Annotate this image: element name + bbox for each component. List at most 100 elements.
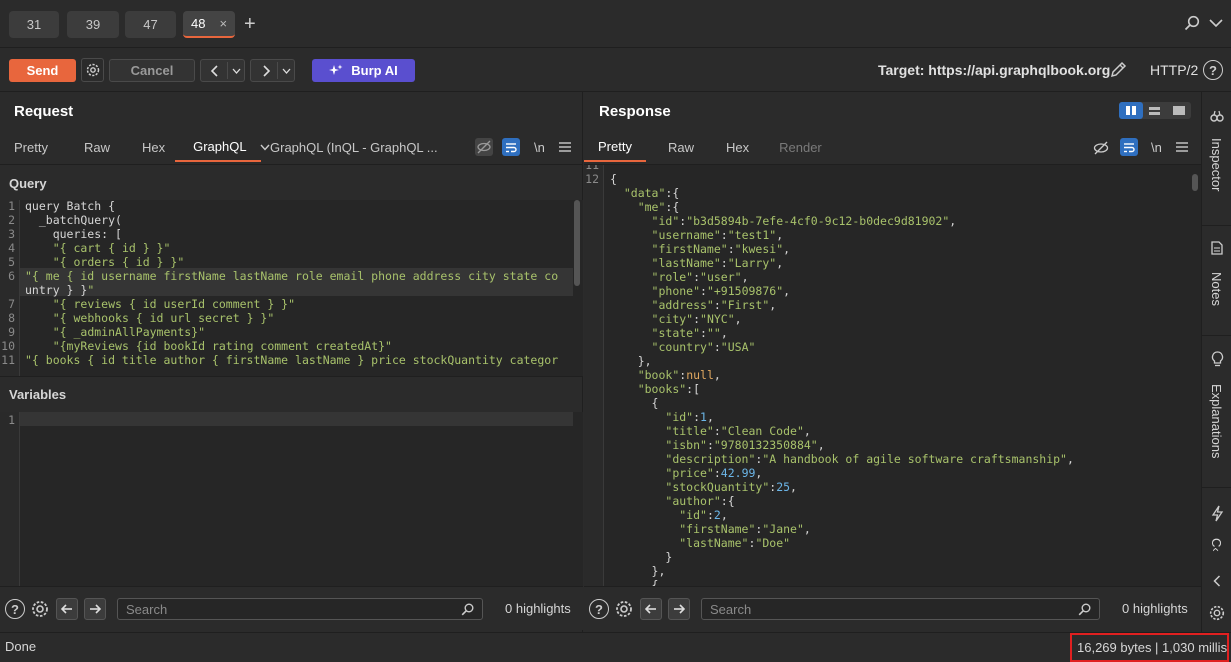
chevron-down-icon xyxy=(260,144,270,151)
layout-tabbed-icon[interactable] xyxy=(1167,102,1191,119)
previous-match-button[interactable] xyxy=(56,598,78,620)
code-line: _batchQuery( xyxy=(25,213,122,227)
settings-gear-icon[interactable] xyxy=(30,599,50,619)
notes-icon[interactable] xyxy=(1210,240,1224,256)
tab-raw[interactable]: Raw xyxy=(62,132,132,162)
history-back-button[interactable] xyxy=(200,59,245,82)
collapse-sidebar-chevron-icon[interactable] xyxy=(1211,574,1223,588)
settings-gear-icon[interactable] xyxy=(614,599,634,619)
json-line: "lastName":"Doe" xyxy=(679,536,791,550)
right-sidebar: Inspector Notes Explanations C‹ xyxy=(1201,92,1231,632)
inspector-tab[interactable]: Inspector xyxy=(1209,138,1224,191)
json-line: "price":42.99, xyxy=(665,466,763,480)
response-search-input[interactable]: Search xyxy=(701,598,1100,620)
sidebar-settings-gear-icon[interactable] xyxy=(1208,604,1226,622)
next-match-button[interactable] xyxy=(668,598,690,620)
tab-pretty[interactable]: Pretty xyxy=(584,132,646,162)
arrow-right-icon xyxy=(90,604,101,614)
hide-eye-icon[interactable] xyxy=(475,138,493,156)
search-icon[interactable] xyxy=(1184,15,1200,31)
response-view-tabs: Pretty Raw Hex Render xyxy=(584,132,842,162)
code-line: "{ cart { id } }" xyxy=(52,241,171,255)
repeater-tab-48[interactable]: 48 × xyxy=(183,11,235,38)
tab-hex[interactable]: Hex xyxy=(132,132,175,162)
wrap-lines-icon[interactable] xyxy=(502,138,520,156)
request-search-input[interactable]: Search xyxy=(117,598,483,620)
variables-editor[interactable]: 1 xyxy=(0,412,583,586)
lightbulb-icon[interactable] xyxy=(1210,350,1224,368)
inql-dropdown[interactable]: GraphQL (InQL - GraphQL ... xyxy=(260,140,438,155)
chevron-right-icon xyxy=(263,65,271,77)
wrap-lines-icon[interactable] xyxy=(1120,138,1138,156)
explanations-tab[interactable]: Explanations xyxy=(1209,384,1224,458)
repeater-tab-31[interactable]: 31 xyxy=(9,11,59,38)
send-button[interactable]: Send xyxy=(9,59,76,82)
repeater-tab-39[interactable]: 39 xyxy=(67,11,119,38)
http-version-selector[interactable]: HTTP/2 xyxy=(1150,62,1198,78)
repeater-tab-47[interactable]: 47 xyxy=(125,11,176,38)
json-line: "author":{ xyxy=(665,494,735,508)
close-tab-icon[interactable]: × xyxy=(219,16,227,31)
line-number: 9 xyxy=(8,325,15,339)
send-settings-gear-icon[interactable] xyxy=(81,58,104,82)
line-number: 11 xyxy=(585,165,599,172)
hamburger-menu-icon[interactable] xyxy=(559,142,571,152)
edit-target-pencil-icon[interactable] xyxy=(1108,60,1128,80)
json-line: "stockQuantity":25, xyxy=(665,480,797,494)
tab-render[interactable]: Render xyxy=(759,132,842,162)
code-line: "{ books { id title author { firstName l… xyxy=(25,353,559,367)
line-number: 11 xyxy=(1,353,15,367)
line-number-gutter: 11 12 xyxy=(584,165,604,586)
json-line: }, xyxy=(610,564,666,578)
help-icon[interactable]: ? xyxy=(5,599,25,619)
chevron-down-icon[interactable] xyxy=(1208,16,1224,30)
tab-pretty[interactable]: Pretty xyxy=(0,132,62,162)
line-number: 8 xyxy=(8,311,15,325)
hide-eye-icon[interactable] xyxy=(1092,140,1110,156)
request-toolbar: Send Cancel Burp AI Target: https://api.… xyxy=(0,48,1231,92)
layout-stacked-icon[interactable] xyxy=(1143,102,1167,119)
hamburger-menu-icon[interactable] xyxy=(1176,142,1188,152)
tab-raw[interactable]: Raw xyxy=(646,132,716,162)
layout-side-by-side-icon[interactable] xyxy=(1119,102,1143,119)
tab-hex[interactable]: Hex xyxy=(716,132,759,162)
query-editor[interactable]: 1 2 3 4 5 6 7 8 9 10 11 query Batch { _batchQuery(… xyxy=(0,200,583,376)
cancel-button[interactable]: Cancel xyxy=(109,59,195,82)
json-line: "phone":"+91509876", xyxy=(651,284,791,298)
code-line: "{ me { id username firstName lastName r… xyxy=(25,269,559,283)
json-line: "me":{ xyxy=(637,200,680,214)
inspector-icon[interactable] xyxy=(1209,108,1225,124)
add-tab-button[interactable]: + xyxy=(244,13,256,36)
repeater-tab-bar: 31 39 47 48 × + xyxy=(0,0,1231,48)
response-scrollbar[interactable] xyxy=(1192,174,1198,191)
show-newlines-toggle[interactable]: \n xyxy=(1151,140,1162,155)
previous-match-button[interactable] xyxy=(640,598,662,620)
json-line: } xyxy=(610,550,673,564)
code-line: queries: [ xyxy=(25,227,122,241)
response-viewer[interactable]: 11 12 { "data":{ "me":{ "id":"b3d5894b-7e… xyxy=(584,165,1201,586)
json-line: "state":"", xyxy=(651,326,728,340)
query-scrollbar[interactable] xyxy=(574,200,580,286)
response-footer: ? Search 0 highlights xyxy=(584,586,1201,630)
request-footer: ? Search 0 highlights xyxy=(0,586,583,630)
history-forward-button[interactable] xyxy=(250,59,295,82)
show-newlines-toggle[interactable]: \n xyxy=(534,140,545,155)
json-line: { xyxy=(610,172,617,186)
burp-ai-button[interactable]: Burp AI xyxy=(312,59,415,82)
help-icon[interactable]: ? xyxy=(589,599,609,619)
json-line: "book":null, xyxy=(637,368,721,382)
tab-graphql[interactable]: GraphQL xyxy=(175,132,261,162)
chevron-left-icon xyxy=(210,65,218,77)
next-match-button[interactable] xyxy=(84,598,106,620)
lightning-icon[interactable] xyxy=(1210,504,1224,522)
custom-actions-tab[interactable]: C‹ xyxy=(1209,538,1224,552)
search-placeholder: Search xyxy=(126,601,168,617)
notes-tab[interactable]: Notes xyxy=(1209,272,1224,306)
tab-label: 47 xyxy=(143,17,158,32)
help-icon[interactable]: ? xyxy=(1203,60,1223,80)
line-number: 7 xyxy=(8,297,15,311)
code-line: "{ reviews { id userId comment } }" xyxy=(52,297,296,311)
line-number: 3 xyxy=(8,227,15,241)
json-line: "lastName":"Larry", xyxy=(651,256,784,270)
chevron-down-icon xyxy=(282,68,291,74)
